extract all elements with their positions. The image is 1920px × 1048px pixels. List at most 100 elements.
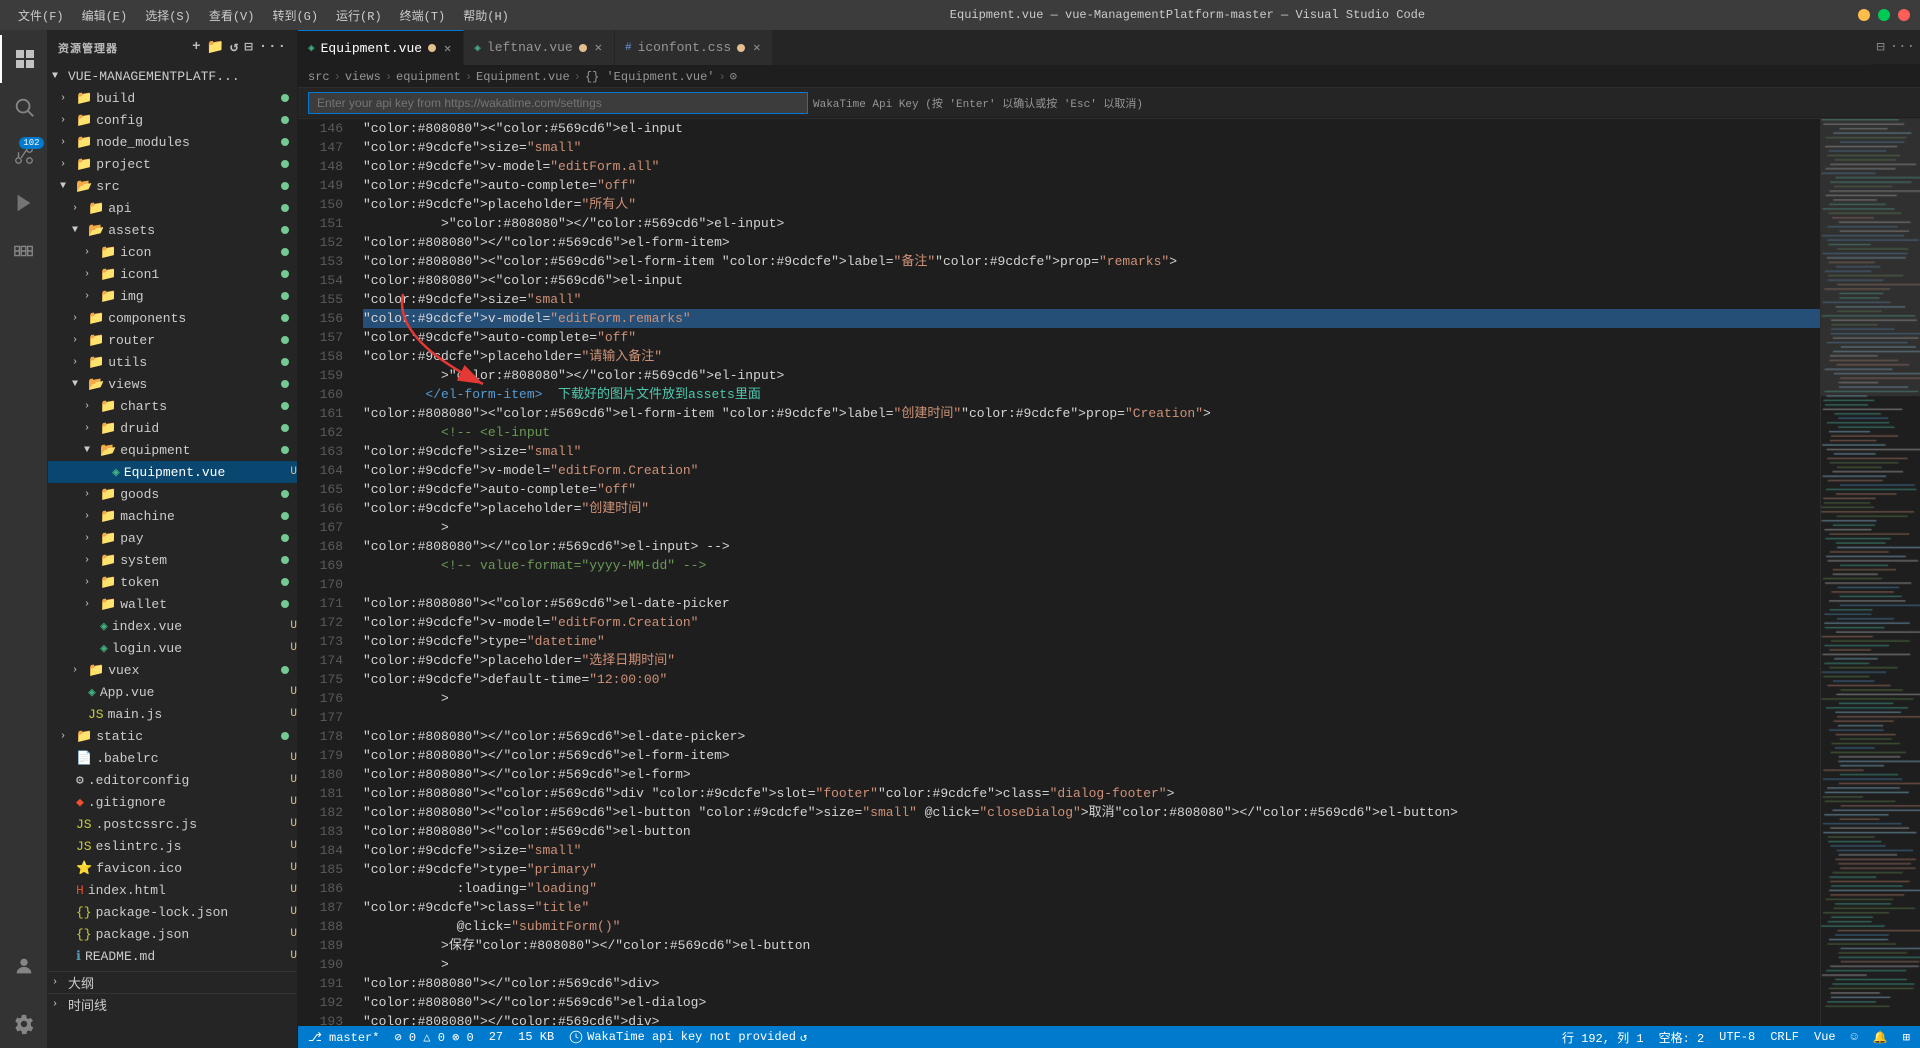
breadcrumb-views[interactable]: views <box>345 70 381 84</box>
split-editor-icon[interactable]: ⊟ <box>1876 39 1884 56</box>
sidebar-item-babelrc[interactable]: 📄 .babelrc U <box>48 747 297 769</box>
status-encoding[interactable]: UTF-8 <box>1719 1030 1755 1044</box>
sidebar-item-eslintrc[interactable]: JS eslintrc.js U <box>48 835 297 857</box>
sidebar-item-gitignore[interactable]: ◆ .gitignore U <box>48 791 297 813</box>
menu-help[interactable]: 帮助(H) <box>455 5 517 26</box>
menu-select[interactable]: 选择(S) <box>137 5 199 26</box>
sidebar-item-static[interactable]: › 📁 static <box>48 725 297 747</box>
sidebar-item-wallet[interactable]: › 📁 wallet <box>48 593 297 615</box>
status-language[interactable]: Vue <box>1814 1030 1836 1044</box>
sidebar-item-system[interactable]: › 📁 system <box>48 549 297 571</box>
breadcrumb-file[interactable]: Equipment.vue <box>476 70 570 84</box>
maximize-button[interactable]: □ <box>1878 9 1890 21</box>
sidebar-item-views[interactable]: ▼ 📂 views <box>48 373 297 395</box>
breadcrumb-equipment[interactable]: equipment <box>396 70 461 84</box>
tab-close-iconfont[interactable]: ✕ <box>751 39 762 56</box>
sidebar-item-img[interactable]: › 📁 img <box>48 285 297 307</box>
sidebar-item-timeline[interactable]: › 时间线 <box>48 993 297 1015</box>
more-icon[interactable]: ··· <box>259 39 287 56</box>
sidebar-item-project[interactable]: › 📁 project <box>48 153 297 175</box>
breadcrumb-src[interactable]: src <box>308 70 330 84</box>
sidebar-item-utils[interactable]: › 📁 utils <box>48 351 297 373</box>
sidebar-item-components[interactable]: › 📁 components <box>48 307 297 329</box>
sidebar-item-api[interactable]: › 📁 api <box>48 197 297 219</box>
tab-equipment-vue[interactable]: ◈ Equipment.vue ✕ <box>298 30 464 65</box>
minimize-button[interactable]: _ <box>1858 9 1870 21</box>
sidebar-item-router[interactable]: › 📁 router <box>48 329 297 351</box>
refresh-icon[interactable]: ↺ <box>230 39 239 56</box>
sidebar-item-assets[interactable]: ▼ 📂 assets <box>48 219 297 241</box>
status-wakatime[interactable]: WakaTime api key not provided ↺ <box>569 1030 807 1045</box>
sidebar-item-druid[interactable]: › 📁 druid <box>48 417 297 439</box>
new-folder-icon[interactable]: 📁 <box>206 39 224 56</box>
sidebar-item-build[interactable]: › 📁 build <box>48 87 297 109</box>
close-button[interactable]: ✕ <box>1898 9 1910 21</box>
sidebar-item-icon[interactable]: › 📁 icon <box>48 241 297 263</box>
sidebar-header-icons[interactable]: + 📁 ↺ ⊟ ··· <box>192 39 287 56</box>
new-file-icon[interactable]: + <box>192 39 201 56</box>
collapse-icon[interactable]: ⊟ <box>244 39 253 56</box>
sidebar-item-readme[interactable]: ℹ README.md U <box>48 945 297 967</box>
source-control-activity-icon[interactable]: 102 <box>0 131 48 179</box>
status-layout[interactable]: ⊞ <box>1903 1030 1910 1045</box>
menu-view[interactable]: 查看(V) <box>201 5 263 26</box>
titlebar-menu[interactable]: 文件(F) 编辑(E) 选择(S) 查看(V) 转到(G) 运行(R) 终端(T… <box>10 5 517 26</box>
explorer-activity-icon[interactable] <box>0 35 48 83</box>
run-activity-icon[interactable] <box>0 179 48 227</box>
sidebar-item-editorconfig[interactable]: ⚙ .editorconfig U <box>48 769 297 791</box>
minimap[interactable] <box>1820 119 1920 1026</box>
window-controls[interactable]: _ □ ✕ <box>1858 9 1910 21</box>
tab-iconfont-css[interactable]: # iconfont.css ✕ <box>615 30 773 65</box>
breadcrumb-symbol[interactable]: {} 'Equipment.vue' <box>585 70 715 84</box>
sidebar-item-index-html[interactable]: H index.html U <box>48 879 297 901</box>
editor-top-icons[interactable]: ⊟ ··· <box>1871 30 1920 65</box>
status-branch[interactable]: ⎇ master* <box>308 1030 379 1045</box>
sidebar-item-machine[interactable]: › 📁 machine <box>48 505 297 527</box>
search-activity-icon[interactable] <box>0 83 48 131</box>
account-activity-icon[interactable] <box>0 942 48 990</box>
sidebar-item-favicon[interactable]: ⭐ favicon.ico U <box>48 857 297 879</box>
status-filesize[interactable]: 15 KB <box>518 1030 554 1044</box>
status-spaces[interactable]: 空格: 2 <box>1659 1029 1705 1046</box>
sidebar-item-package-lock[interactable]: {} package-lock.json U <box>48 901 297 923</box>
tab-close-leftnav[interactable]: ✕ <box>593 39 604 56</box>
sidebar-item-package-json[interactable]: {} package.json U <box>48 923 297 945</box>
status-cursor[interactable]: 行 192, 列 1 <box>1562 1029 1644 1046</box>
wakatime-refresh-icon[interactable]: ↺ <box>800 1030 807 1045</box>
code-content[interactable]: "color:#808080"><"color:#569cd6">el-inpu… <box>353 119 1820 1026</box>
sidebar-item-login-vue[interactable]: ◈ login.vue U <box>48 637 297 659</box>
more-editor-icon[interactable]: ··· <box>1890 39 1915 55</box>
sidebar-item-root[interactable]: ▼ VUE-MANAGEMENTPLATF... <box>48 65 297 87</box>
sidebar-item-token[interactable]: › 📁 token <box>48 571 297 593</box>
tab-leftnav-vue[interactable]: ◈ leftnav.vue ✕ <box>464 30 615 65</box>
sidebar-item-src[interactable]: ▼ 📂 src <box>48 175 297 197</box>
sidebar-item-outline[interactable]: › 大纲 <box>48 971 297 993</box>
menu-edit[interactable]: 编辑(E) <box>74 5 136 26</box>
sidebar-item-postcssrc[interactable]: JS .postcssrc.js U <box>48 813 297 835</box>
sidebar-item-config[interactable]: › 📁 config <box>48 109 297 131</box>
sidebar-item-charts[interactable]: › 📁 charts <box>48 395 297 417</box>
status-warnings[interactable]: 27 <box>489 1030 503 1044</box>
extensions-activity-icon[interactable] <box>0 227 48 275</box>
menu-file[interactable]: 文件(F) <box>10 5 72 26</box>
status-feedback[interactable]: ☺ <box>1851 1030 1858 1044</box>
status-line-ending[interactable]: CRLF <box>1770 1030 1799 1044</box>
sidebar-item-node-modules[interactable]: › 📁 node_modules <box>48 131 297 153</box>
menu-terminal[interactable]: 终端(T) <box>392 5 454 26</box>
sidebar-item-equipment-vue[interactable]: ◈ Equipment.vue U <box>48 461 297 483</box>
sidebar-item-pay[interactable]: › 📁 pay <box>48 527 297 549</box>
status-errors[interactable]: ⊘ 0 △ 0 ⊗ 0 <box>394 1030 473 1045</box>
breadcrumb-symbol2[interactable]: ⊙ <box>730 69 737 84</box>
sidebar-item-vuex[interactable]: › 📁 vuex <box>48 659 297 681</box>
tab-close-equipment[interactable]: ✕ <box>442 40 453 57</box>
sidebar-item-icon1[interactable]: › 📁 icon1 <box>48 263 297 285</box>
sidebar-item-main-js[interactable]: JS main.js U <box>48 703 297 725</box>
status-notifications[interactable]: 🔔 <box>1873 1030 1888 1045</box>
sidebar-item-goods[interactable]: › 📁 goods <box>48 483 297 505</box>
menu-run[interactable]: 运行(R) <box>328 5 390 26</box>
sidebar-item-app-vue[interactable]: ◈ App.vue U <box>48 681 297 703</box>
sidebar-item-equipment[interactable]: ▼ 📂 equipment <box>48 439 297 461</box>
sidebar-item-index-vue[interactable]: ◈ index.vue U <box>48 615 297 637</box>
wakatime-input[interactable] <box>308 92 808 114</box>
settings-activity-icon[interactable] <box>0 1000 48 1048</box>
